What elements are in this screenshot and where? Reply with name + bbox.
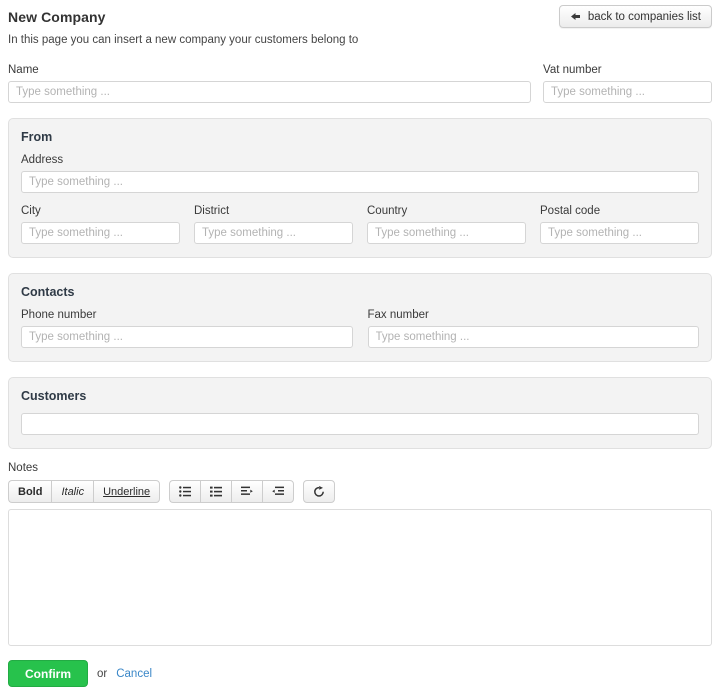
postal-code-input[interactable] (540, 222, 699, 244)
italic-button[interactable]: Italic (51, 480, 94, 503)
page-header: New Company In this page you can insert … (8, 0, 712, 54)
vat-number-input[interactable] (543, 81, 712, 103)
city-field-group: City (21, 205, 180, 244)
fax-number-label: Fax number (367, 309, 429, 321)
ordered-list-icon (210, 486, 223, 497)
redo-button[interactable] (303, 480, 336, 503)
underline-button[interactable]: Underline (93, 480, 161, 503)
arrow-left-icon (570, 11, 581, 22)
from-panel: From Address City District Country Posta… (8, 118, 712, 258)
contacts-panel: Contacts Phone number Fax number (8, 273, 712, 362)
name-field-group: Name (8, 64, 531, 103)
text-style-button-group: Bold Italic Underline (8, 480, 161, 503)
fax-number-input[interactable] (367, 326, 699, 348)
bold-button[interactable]: Bold (8, 480, 52, 503)
district-field-group: District (194, 205, 353, 244)
customers-input[interactable] (21, 413, 699, 435)
postal-code-field-group: Postal code (540, 205, 699, 244)
back-button-label: back to companies list (587, 10, 701, 23)
new-company-page: New Company In this page you can insert … (0, 0, 720, 689)
page-title: New Company (8, 9, 106, 25)
customers-panel-title: Customers (21, 389, 87, 403)
unordered-list-button[interactable] (169, 480, 201, 503)
country-field-group: Country (367, 205, 526, 244)
or-label: or (97, 667, 108, 680)
unordered-list-icon (179, 486, 192, 497)
notes-textarea[interactable] (8, 509, 712, 646)
phone-number-field-group: Phone number (21, 309, 353, 348)
phone-number-label: Phone number (21, 309, 97, 321)
outdent-button[interactable] (262, 480, 295, 503)
indent-icon (241, 486, 253, 497)
form-actions: Confirm or Cancel (8, 660, 712, 687)
district-label: District (194, 205, 230, 217)
address-label: Address (21, 154, 64, 166)
country-label: Country (367, 205, 408, 217)
outdent-icon (272, 486, 285, 497)
contacts-panel-title: Contacts (21, 285, 75, 299)
confirm-button[interactable]: Confirm (8, 660, 88, 687)
city-input[interactable] (21, 222, 180, 244)
cancel-link[interactable]: Cancel (116, 668, 152, 680)
redo-button-group (303, 480, 336, 503)
address-field-group: Address (21, 154, 699, 193)
address-input[interactable] (21, 171, 699, 193)
back-to-companies-list-button[interactable]: back to companies list (558, 5, 712, 28)
district-input[interactable] (194, 222, 353, 244)
notes-section: Notes Bold Italic Underline (8, 462, 712, 646)
list-button-group (169, 480, 295, 503)
city-label: City (21, 205, 41, 217)
name-input[interactable] (8, 81, 531, 103)
ordered-list-button[interactable] (200, 480, 232, 503)
from-location-row: City District Country Postal code (21, 205, 699, 244)
phone-number-input[interactable] (21, 326, 353, 348)
fax-number-field-group: Fax number (367, 309, 699, 348)
from-panel-title: From (21, 130, 53, 144)
country-input[interactable] (367, 222, 526, 244)
notes-toolbar: Bold Italic Underline (8, 480, 712, 503)
postal-code-label: Postal code (540, 205, 601, 217)
vat-number-label: Vat number (543, 64, 602, 76)
contacts-row: Phone number Fax number (21, 309, 699, 348)
customers-panel: Customers (8, 377, 712, 449)
redo-icon (313, 485, 325, 498)
name-vat-row: Name Vat number (8, 64, 712, 103)
vat-number-field-group: Vat number (543, 64, 712, 103)
page-subtitle: In this page you can insert a new compan… (8, 34, 359, 46)
name-label: Name (8, 64, 39, 76)
indent-button[interactable] (231, 480, 263, 503)
notes-label: Notes (8, 462, 39, 474)
